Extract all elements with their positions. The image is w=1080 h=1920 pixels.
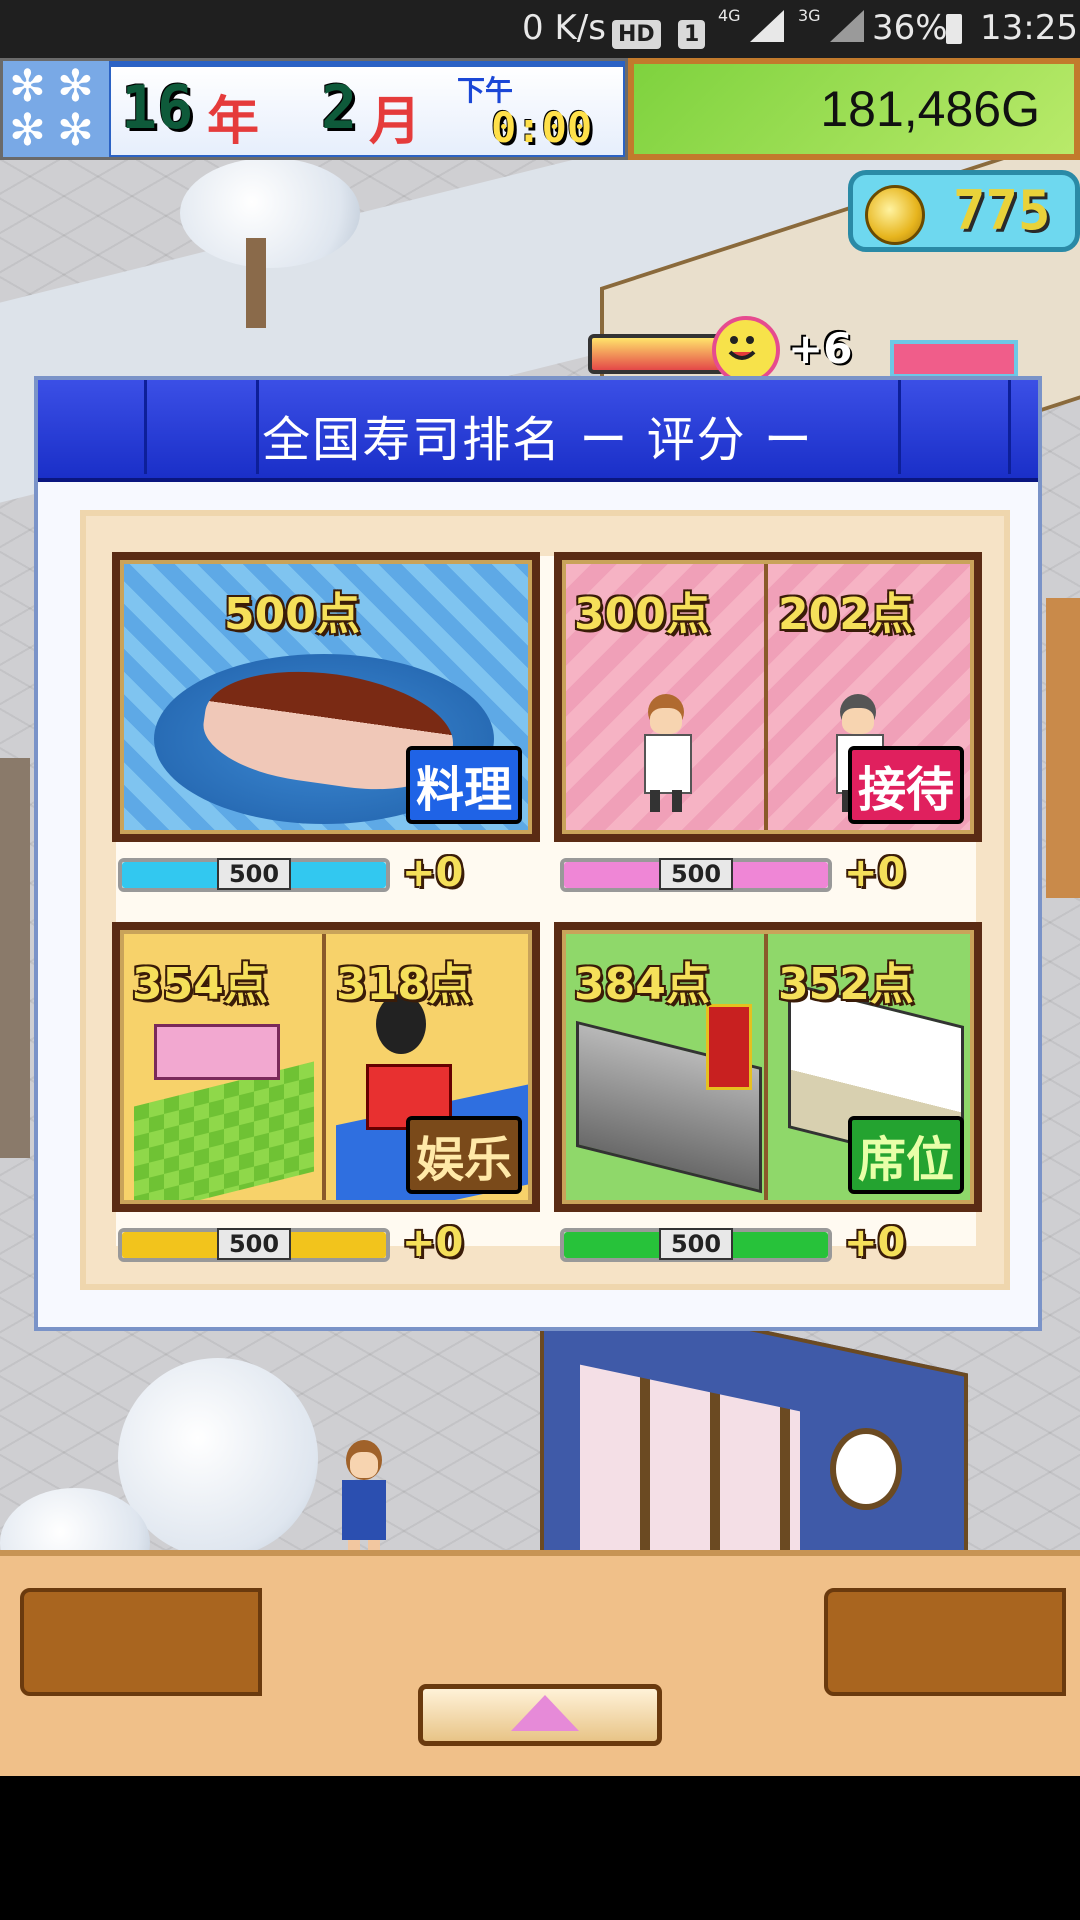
seating-gain: +0 xyxy=(844,1220,906,1266)
bottom-menu-panel xyxy=(0,1550,1080,1776)
score-card-seating[interactable]: 384点 352点 席位 xyxy=(554,922,982,1212)
satisfaction-bar xyxy=(588,334,726,374)
coin-panel[interactable]: 775 xyxy=(848,170,1080,252)
entertainment-tag: 娱乐 xyxy=(405,1116,522,1194)
service-points-2: 202点 xyxy=(778,589,914,640)
seating-bar-value: 500 xyxy=(658,1228,734,1260)
service-gain: +0 xyxy=(844,850,906,896)
network-3g-label: 3G xyxy=(798,6,821,25)
dialog-titlebar: 全国寿司排名 ー 评分 ー xyxy=(38,380,1038,482)
ranking-dialog: 全国寿司排名 ー 评分 ー 500点 料理 300点 202点 接待 354点 … xyxy=(34,376,1042,1331)
chef-sprite xyxy=(636,694,696,814)
status-bar: 0 K/s HD 1 4G 3G 36% 13:25 xyxy=(0,0,1080,58)
cuisine-points: 500点 xyxy=(224,589,360,640)
cuisine-progress-bar: 500 xyxy=(118,858,390,892)
coin-count: 775 xyxy=(953,179,1051,242)
popularity-bar xyxy=(890,340,1018,378)
date-panel: ✻ ✻ ✻ ✻ 16 年 2 月 下午 0:00 xyxy=(0,58,628,160)
snow-tree xyxy=(180,158,360,268)
left-menu-button[interactable] xyxy=(20,1588,262,1696)
service-tag: 接待 xyxy=(847,746,964,824)
score-card-service[interactable]: 300点 202点 接待 xyxy=(554,552,982,842)
year-unit: 年 xyxy=(207,92,260,152)
sim-badge: 1 xyxy=(678,10,706,50)
battery-icon xyxy=(946,14,962,44)
smiley-face-icon xyxy=(712,316,780,384)
seating-progress-bar: 500 xyxy=(560,1228,832,1262)
tree-trunk xyxy=(246,238,266,328)
up-arrow-icon xyxy=(511,1695,579,1731)
signal-icon-2 xyxy=(830,10,864,42)
money-amount: 181,486G xyxy=(820,81,1040,137)
right-menu-button[interactable] xyxy=(824,1588,1066,1696)
year-number: 16 xyxy=(121,73,194,143)
money-panel: 181,486G xyxy=(628,58,1080,160)
score-panel-inner: 500点 料理 300点 202点 接待 354点 318点 娱乐 384点 3… xyxy=(112,552,982,1266)
date-display: 16 年 2 月 下午 0:00 xyxy=(111,67,623,155)
entertainment-points-2: 318点 xyxy=(336,959,472,1010)
hd-badge: HD xyxy=(612,10,661,50)
game-clock: 0:00 xyxy=(491,103,593,152)
month-unit: 月 xyxy=(369,92,422,152)
entertainment-progress-bar: 500 xyxy=(118,1228,390,1262)
month-number: 2 xyxy=(321,73,358,143)
net-speed: 0 K/s xyxy=(522,8,606,48)
throne-image xyxy=(706,1004,752,1090)
entertainment-bar-value: 500 xyxy=(216,1228,292,1260)
play-area-image xyxy=(134,1061,314,1200)
score-card-cuisine[interactable]: 500点 料理 xyxy=(112,552,540,842)
cuisine-gain: +0 xyxy=(402,850,464,896)
signal-icon xyxy=(750,10,784,42)
coin-icon xyxy=(865,185,925,245)
network-4g-label: 4G xyxy=(718,6,741,25)
seating-tag: 席位 xyxy=(847,1116,964,1194)
clock: 13:25 xyxy=(980,8,1078,48)
cuisine-bar-value: 500 xyxy=(216,858,292,890)
seating-points-2: 352点 xyxy=(778,959,914,1010)
entertainment-gain: +0 xyxy=(402,1220,464,1266)
battery-percent: 36% xyxy=(872,8,948,48)
cuisine-tag: 料理 xyxy=(405,746,522,824)
seating-points-1: 384点 xyxy=(574,959,710,1010)
toy-stand-image xyxy=(154,1024,280,1080)
round-window xyxy=(830,1428,902,1510)
dialog-title: 全国寿司排名 ー 评分 ー xyxy=(262,412,814,468)
scene-edge-left xyxy=(0,758,30,1158)
service-bar-value: 500 xyxy=(658,858,734,890)
snow-weather-icon: ✻ ✻ ✻ ✻ xyxy=(3,61,109,157)
expand-menu-button[interactable] xyxy=(418,1684,662,1746)
faces-gain: +6 xyxy=(788,324,853,373)
score-panel: 500点 料理 300点 202点 接待 354点 318点 娱乐 384点 3… xyxy=(80,510,1010,1290)
entertainment-points-1: 354点 xyxy=(132,959,268,1010)
service-points-1: 300点 xyxy=(574,589,710,640)
snow-bush xyxy=(118,1358,318,1558)
service-progress-bar: 500 xyxy=(560,858,832,892)
counter-right xyxy=(1046,598,1080,898)
score-card-entertainment[interactable]: 354点 318点 娱乐 xyxy=(112,922,540,1212)
